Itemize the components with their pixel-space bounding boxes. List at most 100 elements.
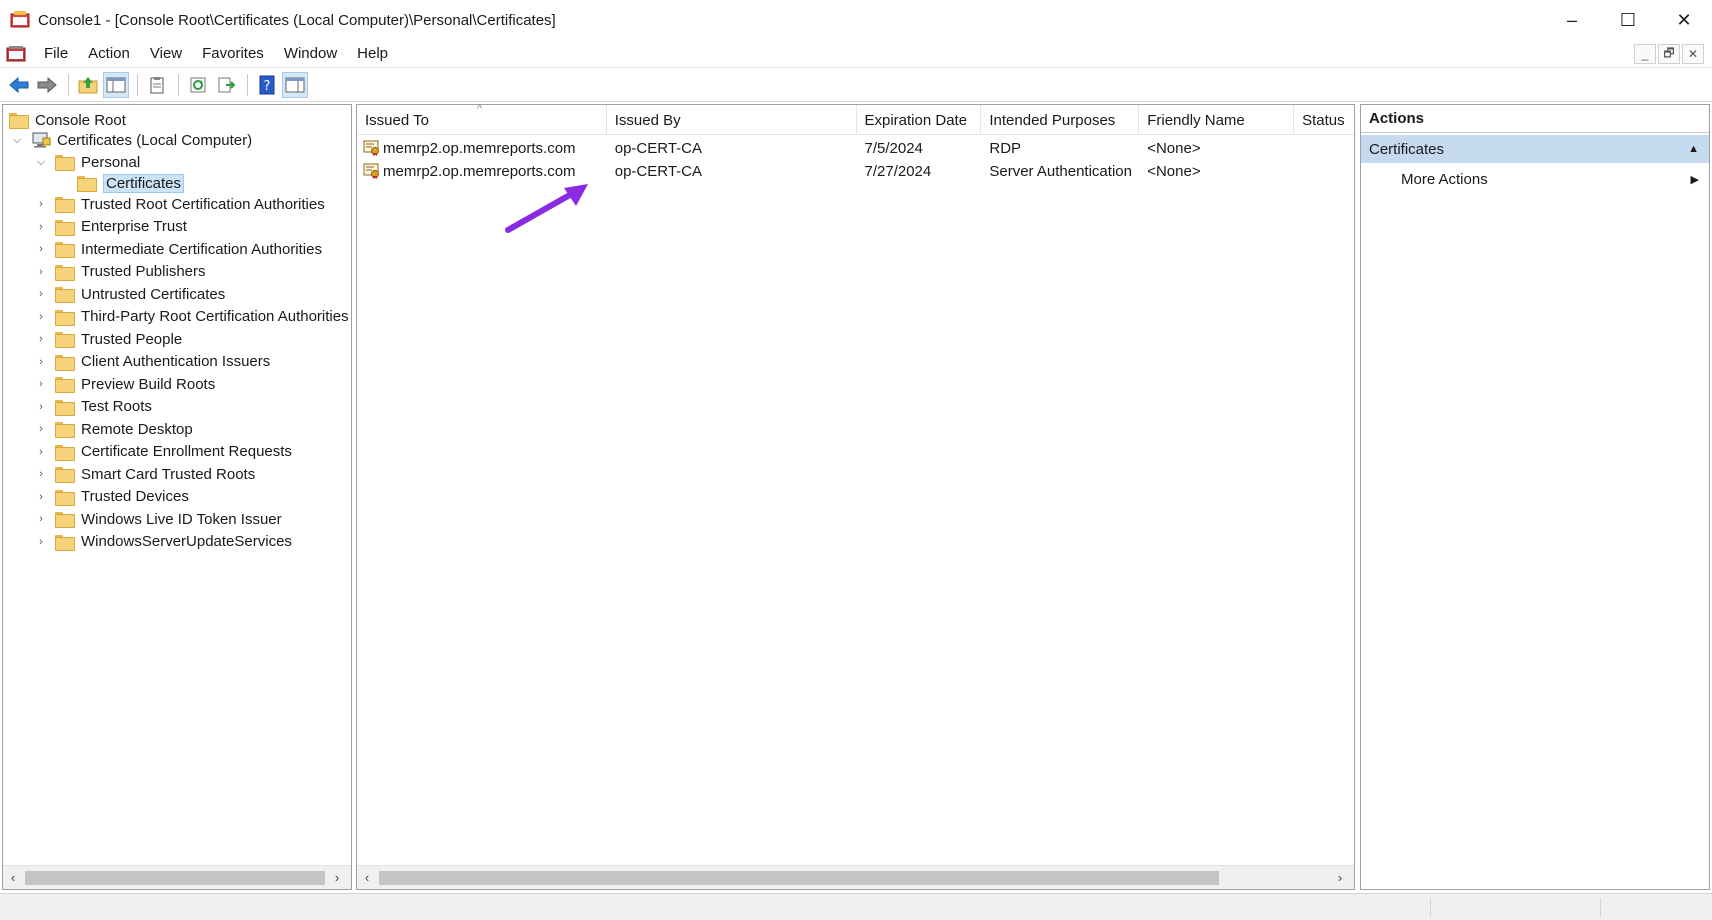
table-row[interactable]: memrp2.op.memreports.com op-CERT-CA 7/5/20… [357, 137, 1354, 159]
help-icon[interactable]: ? [254, 72, 280, 98]
chevron-right-icon[interactable]: › [33, 399, 49, 415]
cell-issued-by: op-CERT-CA [614, 162, 702, 180]
toolbar-separator [247, 73, 248, 96]
certificate-store-icon [31, 132, 51, 148]
tree-node-store[interactable]: › Windows Live ID Token Issuer [33, 508, 282, 530]
back-icon[interactable] [6, 72, 32, 98]
column-intended-purposes[interactable]: Intended Purposes [981, 105, 1140, 135]
tree-node-console-root[interactable]: Console Root [9, 109, 126, 131]
folder-icon [55, 242, 75, 258]
tree-node-store[interactable]: › Trusted Devices [33, 486, 189, 508]
chevron-right-icon[interactable]: › [33, 264, 49, 280]
toolbar-separator [68, 73, 69, 96]
tree-node-store[interactable]: › Intermediate Certification Authorities [33, 238, 322, 260]
tree-node-store[interactable]: › Trusted People [33, 328, 182, 350]
collapse-up-icon[interactable]: ▲ [1688, 143, 1699, 155]
action-more-actions[interactable]: More Actions ▶ [1361, 165, 1709, 193]
toolbar: ? [0, 68, 1712, 102]
folder-icon [55, 264, 75, 281]
scrollbar-thumb[interactable] [379, 871, 1219, 885]
actions-section-certificates[interactable]: Certificates ▲ [1361, 135, 1709, 163]
scroll-right-icon[interactable]: › [1330, 866, 1350, 890]
tree-node-store[interactable]: › Remote Desktop [33, 418, 193, 440]
folder-icon [55, 332, 75, 348]
scroll-left-icon[interactable]: ‹ [357, 866, 377, 890]
chevron-down-icon[interactable]: ⌵ [9, 132, 25, 148]
scroll-left-icon[interactable]: ‹ [3, 866, 23, 890]
tree-node-store[interactable]: › Client Authentication Issuers [33, 351, 270, 373]
tree-node-store[interactable]: › WindowsServerUpdateServices [33, 531, 292, 553]
tree-node-store[interactable]: › Third-Party Root Certification Authorit… [33, 306, 349, 328]
folder-icon [55, 197, 75, 213]
menu-window[interactable]: Window [274, 45, 347, 62]
console-menu-icon[interactable] [6, 45, 26, 63]
tree-node-personal-certificates[interactable]: Certificates [77, 172, 185, 194]
refresh-icon[interactable] [185, 72, 211, 98]
folder-icon [9, 113, 29, 129]
chevron-right-icon[interactable]: › [33, 376, 49, 392]
status-bar-divider [1600, 898, 1601, 917]
show-hide-action-pane-icon[interactable] [282, 71, 308, 98]
column-expiration-date[interactable]: Expiration Date [857, 105, 982, 135]
chevron-right-icon[interactable]: › [33, 196, 49, 212]
forward-icon[interactable] [34, 72, 60, 98]
tree-node-store[interactable]: › Enterprise Trust [33, 216, 187, 238]
certificate-icon [363, 139, 381, 157]
tree-node-personal[interactable]: ⌵ Personal [33, 151, 140, 173]
svg-text:?: ? [264, 79, 271, 94]
tree-node-store[interactable]: › Preview Build Roots [33, 373, 215, 395]
menu-help[interactable]: Help [347, 45, 398, 62]
tree-node-store[interactable]: › Trusted Root Certification Authorities [33, 193, 325, 215]
chevron-right-icon[interactable]: › [33, 286, 49, 302]
chevron-right-icon[interactable]: › [33, 241, 49, 257]
show-hide-console-tree-icon[interactable] [103, 71, 129, 98]
sort-ascending-icon: ^ [477, 103, 483, 115]
folder-icon [55, 512, 75, 528]
cell-friendly: <None> [1147, 162, 1201, 180]
child-minimize-button[interactable]: _ [1634, 44, 1656, 64]
menu-favorites[interactable]: Favorites [192, 45, 274, 62]
chevron-down-icon[interactable]: ⌵ [33, 154, 49, 170]
folder-icon [55, 354, 75, 371]
status-bar [0, 893, 1712, 920]
maximize-button[interactable]: ☐ [1600, 0, 1656, 40]
menu-file[interactable]: File [34, 45, 78, 62]
chevron-right-icon[interactable]: › [33, 444, 49, 460]
export-list-icon[interactable] [213, 72, 239, 98]
chevron-right-icon[interactable]: › [33, 466, 49, 482]
properties-icon[interactable] [144, 72, 170, 98]
tree-node-store[interactable]: › Certificate Enrollment Requests [33, 441, 292, 463]
column-status[interactable]: Status [1294, 105, 1354, 135]
list-horizontal-scrollbar[interactable]: ‹ › [357, 865, 1354, 889]
minimize-button[interactable]: – [1544, 0, 1600, 40]
up-one-level-icon[interactable] [75, 72, 101, 98]
scrollbar-thumb[interactable] [25, 871, 325, 885]
chevron-right-icon[interactable]: › [33, 309, 49, 325]
scroll-right-icon[interactable]: › [327, 866, 347, 890]
menu-view[interactable]: View [140, 45, 192, 62]
tree-node-store[interactable]: › Smart Card Trusted Roots [33, 463, 255, 485]
folder-icon [55, 444, 75, 461]
column-issued-to[interactable]: ^ Issued To [357, 103, 607, 135]
chevron-right-icon[interactable]: › [33, 421, 49, 437]
chevron-right-icon[interactable]: › [33, 331, 49, 347]
column-friendly-name[interactable]: Friendly Name [1139, 105, 1295, 135]
tree-horizontal-scrollbar[interactable]: ‹ › [3, 865, 351, 889]
child-restore-button[interactable]: 🗗 [1658, 44, 1680, 64]
mmc-app-icon [10, 11, 30, 29]
folder-icon [55, 377, 75, 393]
close-button[interactable]: ✕ [1656, 0, 1712, 40]
tree-node-certificates-local-computer[interactable]: ⌵ Certificates (Local Computer) [9, 129, 252, 151]
cell-expiration: 7/27/2024 [864, 162, 932, 180]
column-issued-by[interactable]: Issued By [607, 105, 857, 135]
chevron-right-icon[interactable]: › [33, 511, 49, 527]
chevron-right-icon[interactable]: › [33, 354, 49, 370]
chevron-right-icon[interactable]: › [33, 489, 49, 505]
child-close-button[interactable]: ✕ [1682, 44, 1704, 64]
tree-node-store[interactable]: › Test Roots [33, 396, 152, 418]
tree-node-store[interactable]: › Untrusted Certificates [33, 283, 225, 305]
tree-node-store[interactable]: › Trusted Publishers [33, 261, 206, 283]
chevron-right-icon[interactable]: › [33, 219, 49, 235]
menu-action[interactable]: Action [78, 45, 140, 62]
chevron-right-icon[interactable]: › [33, 534, 49, 550]
